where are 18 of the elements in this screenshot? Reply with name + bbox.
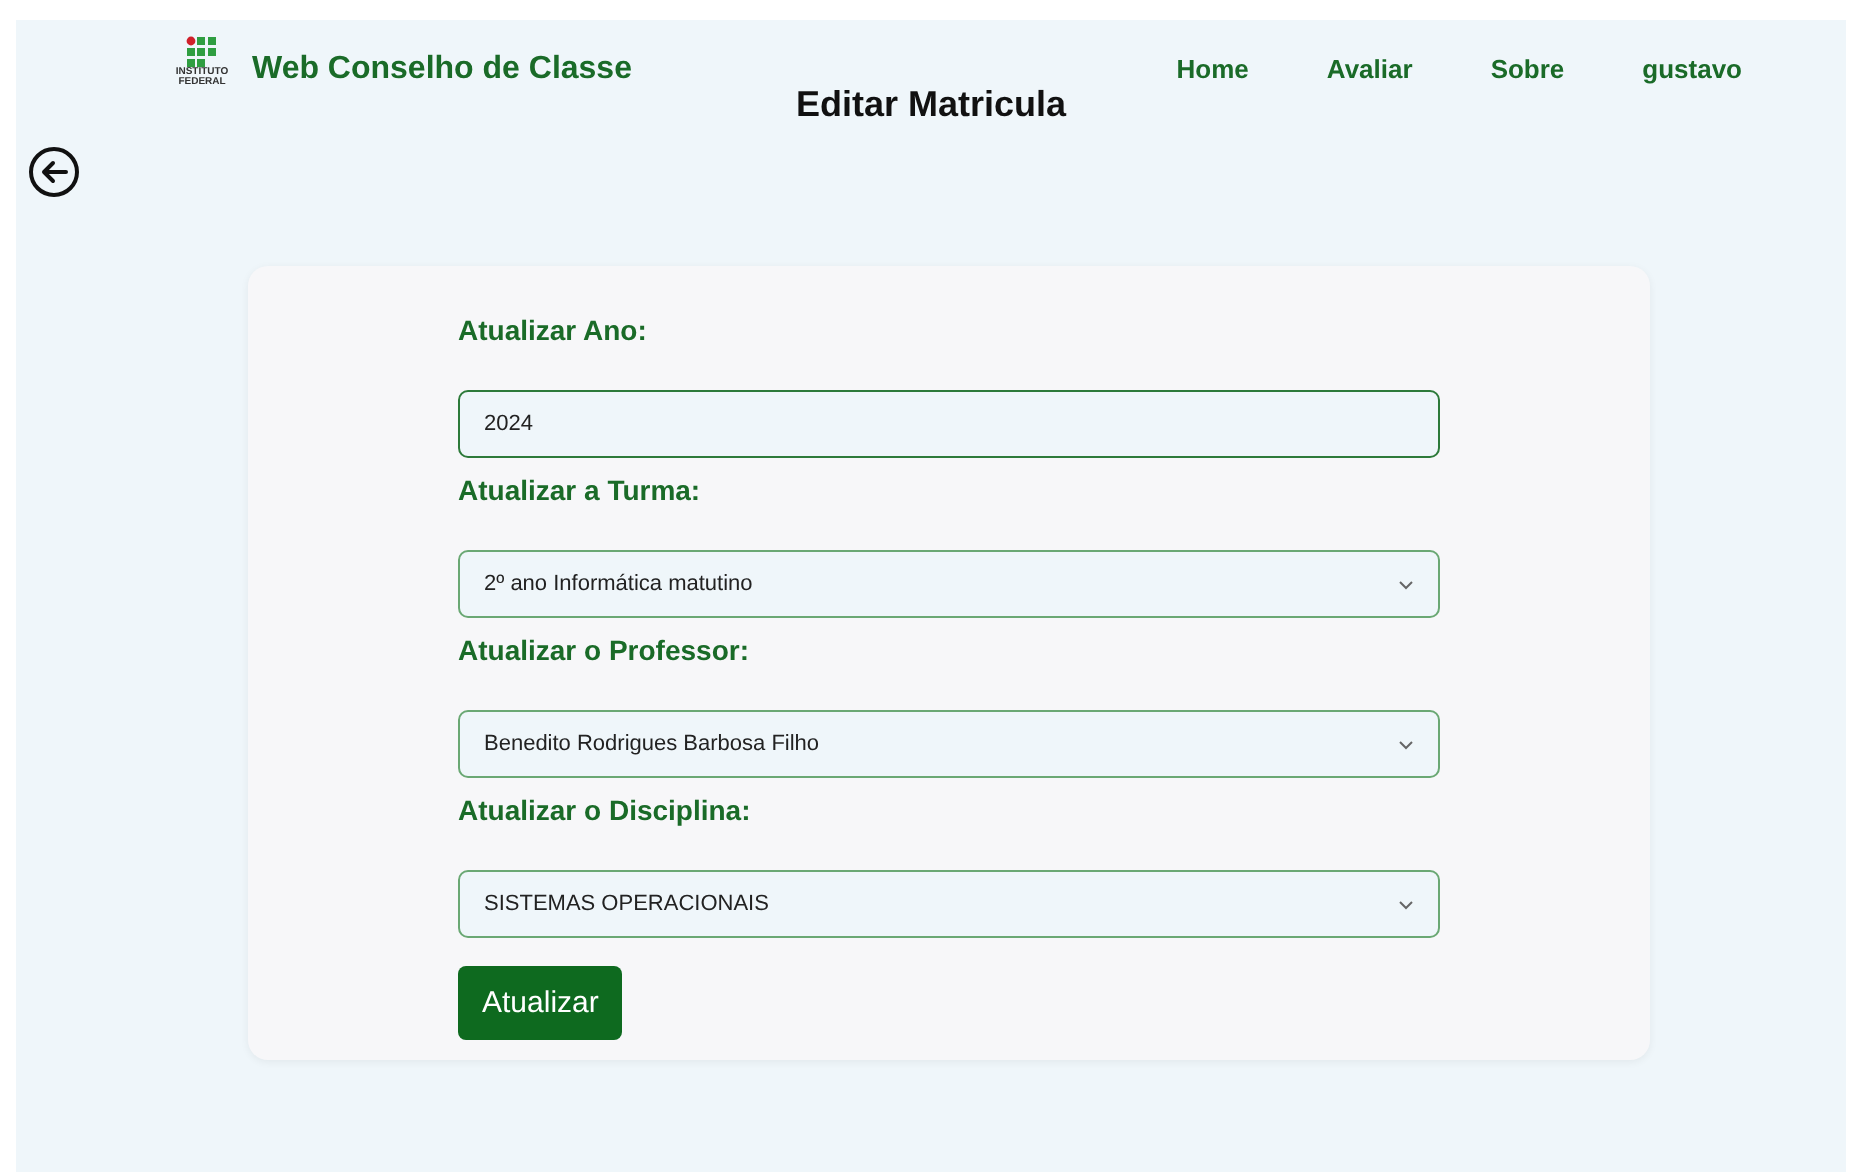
select-field[interactable]: 2º ano Informática matutino [458, 550, 1440, 618]
select-field[interactable]: SISTEMAS OPERACIONAIS [458, 870, 1440, 938]
field-label: Atualizar Ano: [458, 314, 649, 346]
input-field[interactable]: 2024 [458, 390, 1440, 458]
nav-link[interactable]: gustavo [1642, 54, 1742, 84]
page-title: Editar Matricula [793, 84, 1069, 126]
field-label: Atualizar o Disciplina: [458, 794, 753, 826]
chevron-down-icon [1398, 899, 1414, 909]
field-label: Atualizar a Turma: [458, 474, 703, 506]
chevron-down-icon [1398, 739, 1414, 749]
site-title[interactable]: Web Conselho de Classe [252, 52, 632, 88]
nav-link[interactable]: Home [1176, 54, 1249, 84]
field-label: Atualizar o Professor: [458, 634, 751, 666]
nav-link[interactable]: Sobre [1490, 54, 1565, 84]
update-button[interactable]: Atualizar [458, 966, 623, 1040]
chevron-down-icon [1398, 579, 1414, 589]
select-field[interactable]: Benedito Rodrigues Barbosa Filho [458, 710, 1440, 778]
nav-link[interactable]: Avaliar [1326, 54, 1413, 84]
